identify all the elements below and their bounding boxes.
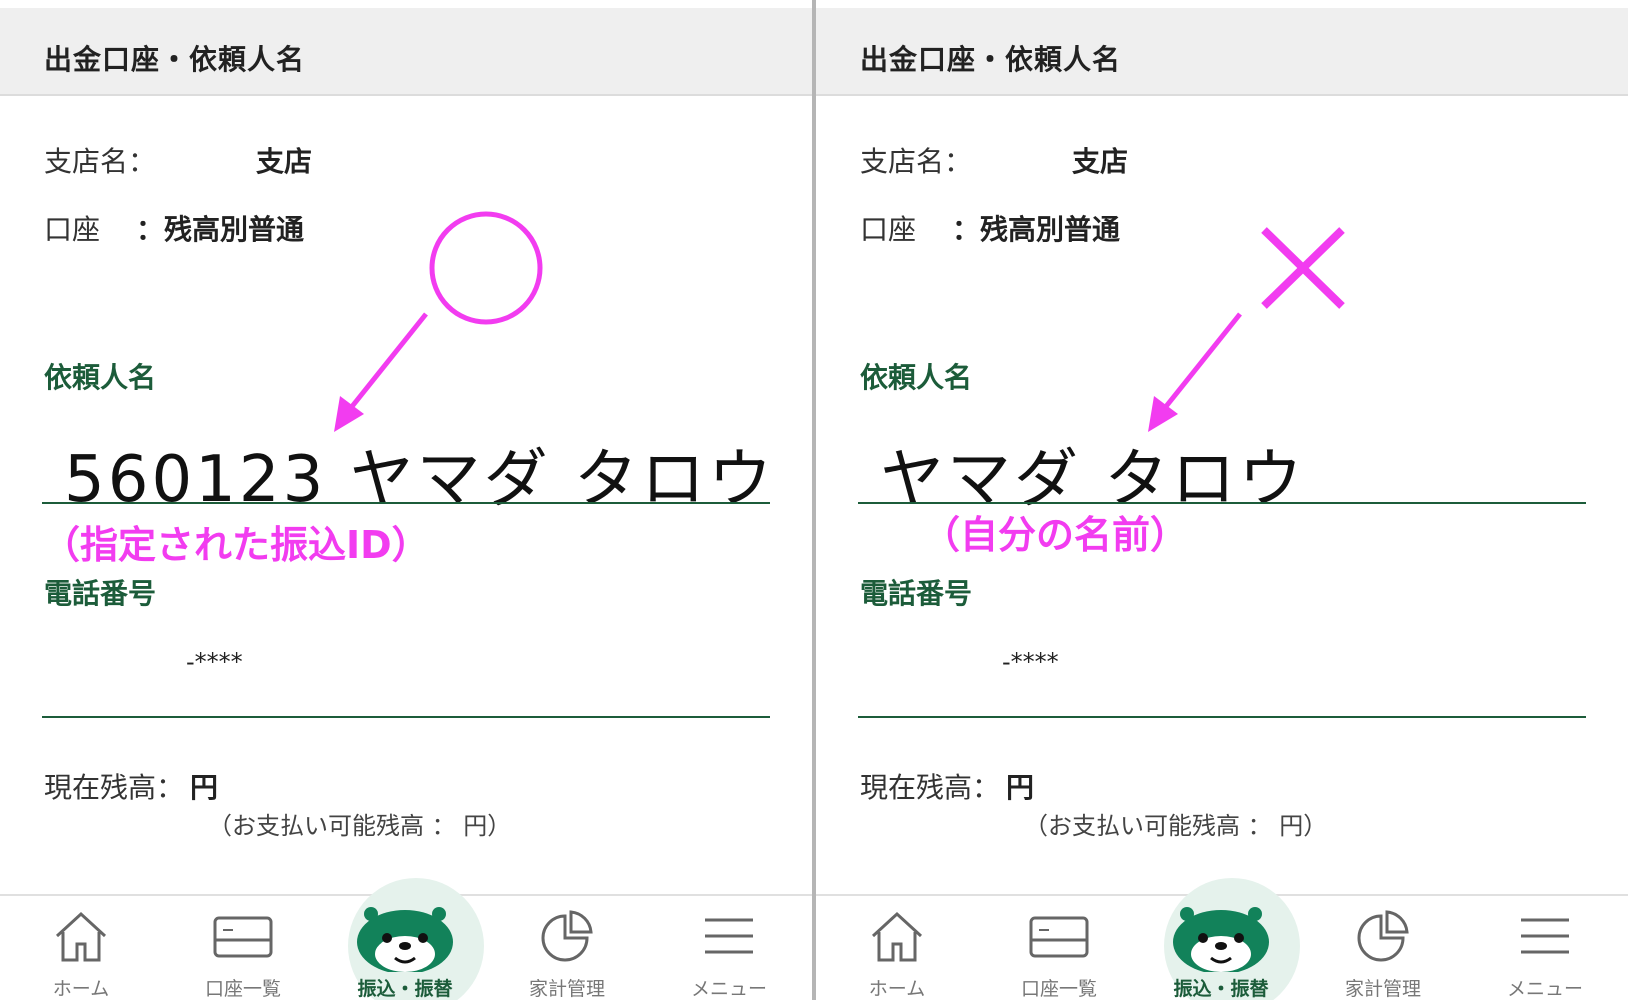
annotation-arrow-line xyxy=(344,312,428,416)
tab-label: ホーム xyxy=(52,978,110,1000)
branch-label: 支店名： xyxy=(44,145,157,178)
card-icon xyxy=(1027,908,1091,968)
menu-icon xyxy=(1515,908,1575,968)
tab-label: 家計管理 xyxy=(528,978,605,1000)
balance-value: 円 xyxy=(1006,771,1035,804)
bottom-tab-bar: ホーム 口座一覧 振込・振替 家計管理 メニュー xyxy=(816,878,1628,1000)
annotation-note: （自分の名前） xyxy=(922,513,1189,557)
branch-value: 支店 xyxy=(256,145,313,178)
tab-label: ホーム xyxy=(868,978,926,1000)
annotation-note: （指定された振込ID） xyxy=(42,523,430,567)
section-title: 出金口座・依頼人名 xyxy=(44,43,306,76)
tab-label: 口座一覧 xyxy=(204,978,281,1000)
menu-icon xyxy=(699,908,759,968)
mascot-icon xyxy=(353,898,457,976)
comparison-screenshot: 出金口座・依頼人名 支店名： 支店 口座 ：残高別普通 依頼人名 560123 … xyxy=(0,0,1628,1000)
phone-label: 電話番号 xyxy=(860,577,973,610)
phone-input[interactable]: -**** xyxy=(1002,648,1059,676)
tab-label: メニュー xyxy=(690,978,767,1000)
tab-menu[interactable]: メニュー xyxy=(648,896,810,1000)
annotation-arrow-head xyxy=(1148,396,1178,432)
section-header: 出金口座・依頼人名 xyxy=(816,8,1628,96)
branch-label: 支店名： xyxy=(860,145,973,178)
phone-label: 電話番号 xyxy=(44,577,157,610)
balance-value: 円 xyxy=(190,771,219,804)
balance-label: 現在残高： xyxy=(44,771,185,804)
card-icon xyxy=(211,908,275,968)
available-balance-text: （お支払い可能残高 ： 円） xyxy=(208,812,512,840)
right-panel: 出金口座・依頼人名 支店名： 支店 口座 ：残高別普通 依頼人名 ヤマダ タロウ… xyxy=(816,0,1628,1000)
phone-input[interactable]: -**** xyxy=(186,648,243,676)
tab-label: 家計管理 xyxy=(1344,978,1421,1000)
requester-name-underline xyxy=(42,502,770,504)
incorrect-cross-mark xyxy=(1261,227,1345,309)
available-balance-text: （お支払い可能残高 ： 円） xyxy=(1024,812,1328,840)
section-title: 出金口座・依頼人名 xyxy=(860,43,1122,76)
annotation-arrow-line xyxy=(1158,312,1242,416)
requester-name-label: 依頼人名 xyxy=(44,361,157,394)
tab-label: 口座一覧 xyxy=(1020,978,1097,1000)
balance-label: 現在残高： xyxy=(860,771,1001,804)
pie-chart-icon xyxy=(537,908,597,968)
tab-label: 振込・振替 xyxy=(357,978,453,1000)
home-icon xyxy=(867,908,927,968)
account-value: ：残高別普通 xyxy=(952,213,1121,246)
tab-household[interactable]: 家計管理 xyxy=(1302,896,1464,1000)
pie-chart-icon xyxy=(1353,908,1413,968)
mascot-icon xyxy=(1169,898,1273,976)
tab-home[interactable]: ホーム xyxy=(816,896,978,1000)
tab-label: メニュー xyxy=(1506,978,1583,1000)
incorrect-cross-mark xyxy=(1261,227,1345,309)
annotation-arrow-head xyxy=(334,396,364,432)
tab-label: 振込・振替 xyxy=(1173,978,1269,1000)
tab-transfer[interactable]: 振込・振替 xyxy=(324,878,486,1000)
tab-transfer[interactable]: 振込・振替 xyxy=(1140,878,1302,1000)
bottom-tab-bar: ホーム 口座一覧 振込・振替 家計管理 メニュー xyxy=(0,878,812,1000)
home-icon xyxy=(51,908,111,968)
tab-household[interactable]: 家計管理 xyxy=(486,896,648,1000)
account-value: ：残高別普通 xyxy=(136,213,305,246)
tab-accounts[interactable]: 口座一覧 xyxy=(162,896,324,1000)
phone-underline xyxy=(858,716,1586,718)
account-label: 口座 xyxy=(860,213,917,246)
branch-value: 支店 xyxy=(1072,145,1129,178)
phone-underline xyxy=(42,716,770,718)
tab-menu[interactable]: メニュー xyxy=(1464,896,1626,1000)
section-header: 出金口座・依頼人名 xyxy=(0,8,812,96)
requester-name-label: 依頼人名 xyxy=(860,361,973,394)
correct-circle-mark xyxy=(429,211,543,325)
tab-accounts[interactable]: 口座一覧 xyxy=(978,896,1140,1000)
tab-home[interactable]: ホーム xyxy=(0,896,162,1000)
account-label: 口座 xyxy=(44,213,101,246)
left-panel: 出金口座・依頼人名 支店名： 支店 口座 ：残高別普通 依頼人名 560123 … xyxy=(0,0,812,1000)
requester-name-input[interactable]: 560123 ヤマダ タロウ xyxy=(64,428,775,520)
